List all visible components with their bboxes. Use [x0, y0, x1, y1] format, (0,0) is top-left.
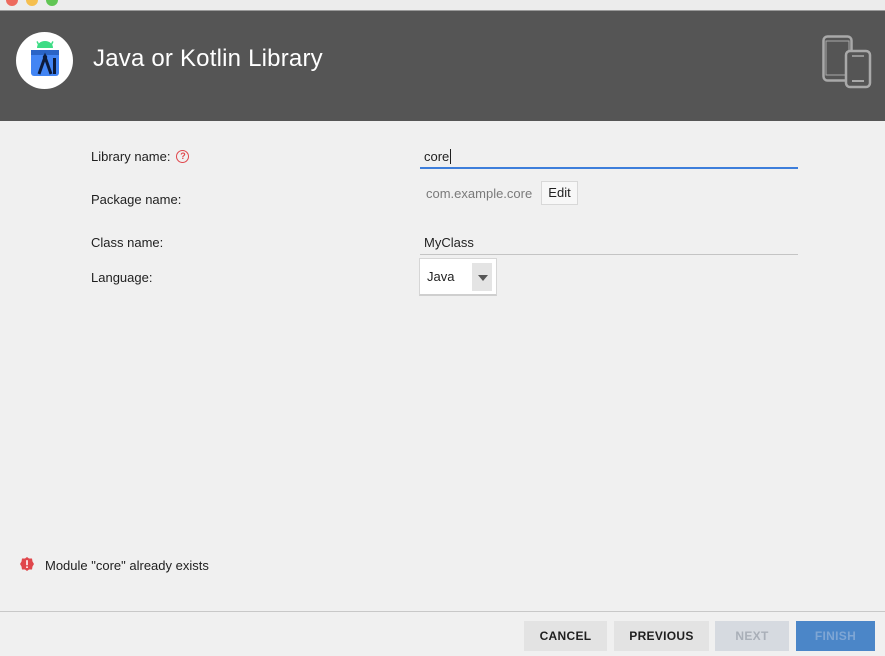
language-dropdown[interactable]: Java: [419, 258, 497, 296]
class-name-input[interactable]: [420, 231, 798, 255]
text-caret: [450, 149, 451, 164]
cancel-button[interactable]: CANCEL: [524, 621, 607, 651]
android-studio-icon: [16, 32, 73, 89]
window-titlebar: [0, 0, 885, 11]
close-window-button[interactable]: [6, 0, 18, 6]
language-label: Language:: [91, 270, 153, 285]
class-name-label: Class name:: [91, 235, 164, 250]
next-button[interactable]: NEXT: [715, 621, 789, 651]
footer-divider: [0, 611, 885, 612]
error-message: Module "core" already exists: [45, 558, 209, 573]
help-icon[interactable]: ?: [176, 150, 190, 164]
zoom-window-button[interactable]: [46, 0, 58, 6]
dialog-header: Java or Kotlin Library: [0, 11, 885, 121]
chevron-down-icon: [478, 275, 488, 281]
language-selected-value: Java: [427, 269, 455, 284]
library-name-input[interactable]: [420, 145, 798, 169]
package-name-label: Package name:: [91, 192, 182, 207]
library-name-label: Library name:?: [91, 149, 190, 164]
edit-package-button[interactable]: Edit: [541, 181, 578, 205]
phone-tablet-icon: [822, 35, 872, 94]
minimize-window-button[interactable]: [26, 0, 38, 6]
finish-button[interactable]: FINISH: [796, 621, 875, 651]
package-name-value: com.example.core: [426, 186, 533, 201]
error-icon: [20, 557, 34, 576]
previous-button[interactable]: PREVIOUS: [614, 621, 709, 651]
dropdown-arrow[interactable]: [472, 263, 492, 291]
library-name-label-text: Library name:: [91, 149, 171, 164]
new-module-dialog: Java or Kotlin Library Library name:? Pa…: [0, 0, 885, 656]
dialog-title: Java or Kotlin Library: [93, 45, 323, 72]
